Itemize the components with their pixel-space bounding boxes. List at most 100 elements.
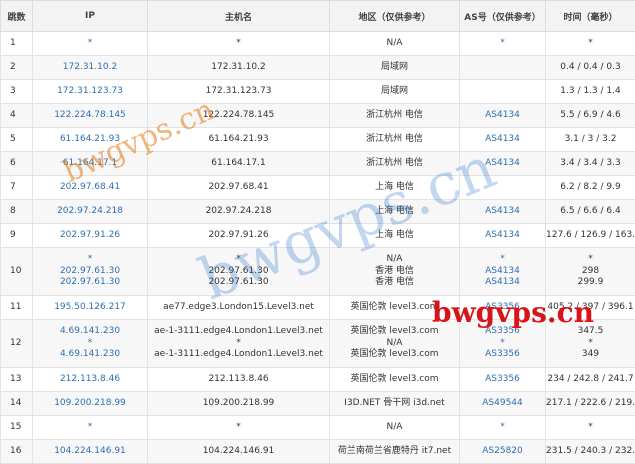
time-cell: 6.5 / 6.6 / 6.4 <box>546 200 635 224</box>
asn-cell <box>460 80 546 104</box>
time-cell: 127.6 / 126.9 / 163.1 <box>546 224 635 248</box>
time-cell-value: * <box>546 338 635 350</box>
location-cell-value: 香港 电信 <box>330 277 459 289</box>
location-cell: 上海 电信 <box>330 200 460 224</box>
time-cell-value: 6.2 / 8.2 / 9.9 <box>546 182 635 194</box>
location-cell: I3D.NET 骨干网 i3d.net <box>330 392 460 416</box>
host-cell-value: 202.97.68.41 <box>148 182 329 194</box>
host-cell-value: 61.164.21.93 <box>148 134 329 146</box>
time-cell: 1.3 / 1.3 / 1.4 <box>546 80 635 104</box>
asn-cell-value: AS3356 <box>460 302 545 314</box>
ip-cell: 202.97.24.218 <box>33 200 148 224</box>
asn-cell: AS3356 <box>460 368 546 392</box>
table-row: 2172.31.10.2172.31.10.2局域网 0.4 / 0.4 / 0… <box>1 56 635 80</box>
location-cell-value: 浙江杭州 电信 <box>330 110 459 122</box>
asn-cell: * <box>460 416 546 440</box>
asn-cell-value: AS4134 <box>460 277 545 289</box>
asn-cell: * <box>460 32 546 56</box>
location-cell: 浙江杭州 电信 <box>330 104 460 128</box>
location-cell-value: N/A <box>330 38 459 50</box>
table-row: 3172.31.123.73172.31.123.73局域网 1.3 / 1.3… <box>1 80 635 104</box>
asn-cell-value: AS4134 <box>460 134 545 146</box>
host-cell-value: 172.31.123.73 <box>148 86 329 98</box>
ip-cell: 195.50.126.217 <box>33 296 148 320</box>
hop-cell: 1 <box>1 32 33 56</box>
ip-cell-value: 202.97.91.26 <box>33 230 147 242</box>
host-cell: 122.224.78.145 <box>148 104 330 128</box>
time-cell-value: * <box>546 422 635 434</box>
host-cell: * <box>148 32 330 56</box>
table-row: 14109.200.218.99109.200.218.99I3D.NET 骨干… <box>1 392 635 416</box>
hop-cell: 2 <box>1 56 33 80</box>
table-row: 13212.113.8.46212.113.8.46英国伦敦 level3.co… <box>1 368 635 392</box>
location-cell: 局域网 <box>330 80 460 104</box>
host-cell-value: 202.97.24.218 <box>148 206 329 218</box>
ip-cell-value: * <box>33 254 147 266</box>
asn-cell-value: AS4134 <box>460 230 545 242</box>
location-cell: 浙江杭州 电信 <box>330 128 460 152</box>
asn-cell-value: AS25820 <box>460 446 545 458</box>
host-cell-value: 104.224.146.91 <box>148 446 329 458</box>
location-cell: N/A香港 电信香港 电信 <box>330 248 460 296</box>
host-cell-value: 122.224.78.145 <box>148 110 329 122</box>
ip-cell-value: 172.31.10.2 <box>33 62 147 74</box>
ip-cell-value: 212.113.8.46 <box>33 374 147 386</box>
time-cell: * <box>546 32 635 56</box>
time-cell-value: 0.4 / 0.4 / 0.3 <box>546 62 635 74</box>
time-cell-value: 217.1 / 222.6 / 219.8 <box>546 398 635 410</box>
location-cell: 局域网 <box>330 56 460 80</box>
time-cell: 6.2 / 8.2 / 9.9 <box>546 176 635 200</box>
asn-cell-value: AS4134 <box>460 110 545 122</box>
location-cell-value: 荷兰南荷兰省鹿特丹 it7.net <box>330 446 459 458</box>
asn-cell-value: AS4134 <box>460 158 545 170</box>
host-cell-value: 202.97.61.30 <box>148 277 329 289</box>
table-row: 10*202.97.61.30202.97.61.30*202.97.61.30… <box>1 248 635 296</box>
time-cell: 3.1 / 3 / 3.2 <box>546 128 635 152</box>
location-cell-value: 上海 电信 <box>330 206 459 218</box>
asn-cell-value: AS4134 <box>460 206 545 218</box>
host-cell-value: ae77.edge3.London15.Level3.net <box>148 302 329 314</box>
host-cell: 61.164.21.93 <box>148 128 330 152</box>
ip-cell-value: 4.69.141.230 <box>33 326 147 338</box>
host-cell: 172.31.123.73 <box>148 80 330 104</box>
host-cell-value: * <box>148 422 329 434</box>
location-cell-value: 浙江杭州 电信 <box>330 134 459 146</box>
time-cell: 3.4 / 3.4 / 3.3 <box>546 152 635 176</box>
asn-cell-value: AS3356 <box>460 374 545 386</box>
asn-cell-value: * <box>460 254 545 266</box>
asn-cell: AS3356*AS3356 <box>460 320 546 368</box>
table-row: 561.164.21.9361.164.21.93浙江杭州 电信AS41343.… <box>1 128 635 152</box>
location-cell-value: N/A <box>330 422 459 434</box>
host-cell-value: 202.97.91.26 <box>148 230 329 242</box>
hop-cell: 14 <box>1 392 33 416</box>
ip-cell-value: 61.164.21.93 <box>33 134 147 146</box>
host-cell: * <box>148 416 330 440</box>
table-row: 124.69.141.230*4.69.141.230ae-1-3111.edg… <box>1 320 635 368</box>
asn-cell: AS4134 <box>460 152 546 176</box>
asn-cell: AS4134 <box>460 200 546 224</box>
location-cell-value: N/A <box>330 254 459 266</box>
hop-cell: 4 <box>1 104 33 128</box>
time-cell-value: 6.5 / 6.6 / 6.4 <box>546 206 635 218</box>
host-cell-value: 109.200.218.99 <box>148 398 329 410</box>
host-cell: 212.113.8.46 <box>148 368 330 392</box>
ip-cell: 202.97.68.41 <box>33 176 148 200</box>
header-asn: AS号（仅供参考） <box>460 1 546 32</box>
hop-cell: 7 <box>1 176 33 200</box>
hop-cell: 13 <box>1 368 33 392</box>
ip-cell-value: 202.97.61.30 <box>33 277 147 289</box>
ip-cell: 172.31.123.73 <box>33 80 148 104</box>
time-cell-value: * <box>546 254 635 266</box>
asn-cell <box>460 176 546 200</box>
asn-cell <box>460 56 546 80</box>
ip-cell-value: 202.97.61.30 <box>33 266 147 278</box>
header-host: 主机名 <box>148 1 330 32</box>
asn-cell: AS4134 <box>460 128 546 152</box>
table-header-row: 跳数 IP 主机名 地区（仅供参考） AS号（仅供参考） 时间（毫秒） <box>1 1 635 32</box>
hop-cell: 12 <box>1 320 33 368</box>
ip-cell-value: 4.69.141.230 <box>33 349 147 361</box>
asn-cell: *AS4134AS4134 <box>460 248 546 296</box>
ip-cell: 122.224.78.145 <box>33 104 148 128</box>
host-cell: 202.97.24.218 <box>148 200 330 224</box>
header-hop: 跳数 <box>1 1 33 32</box>
